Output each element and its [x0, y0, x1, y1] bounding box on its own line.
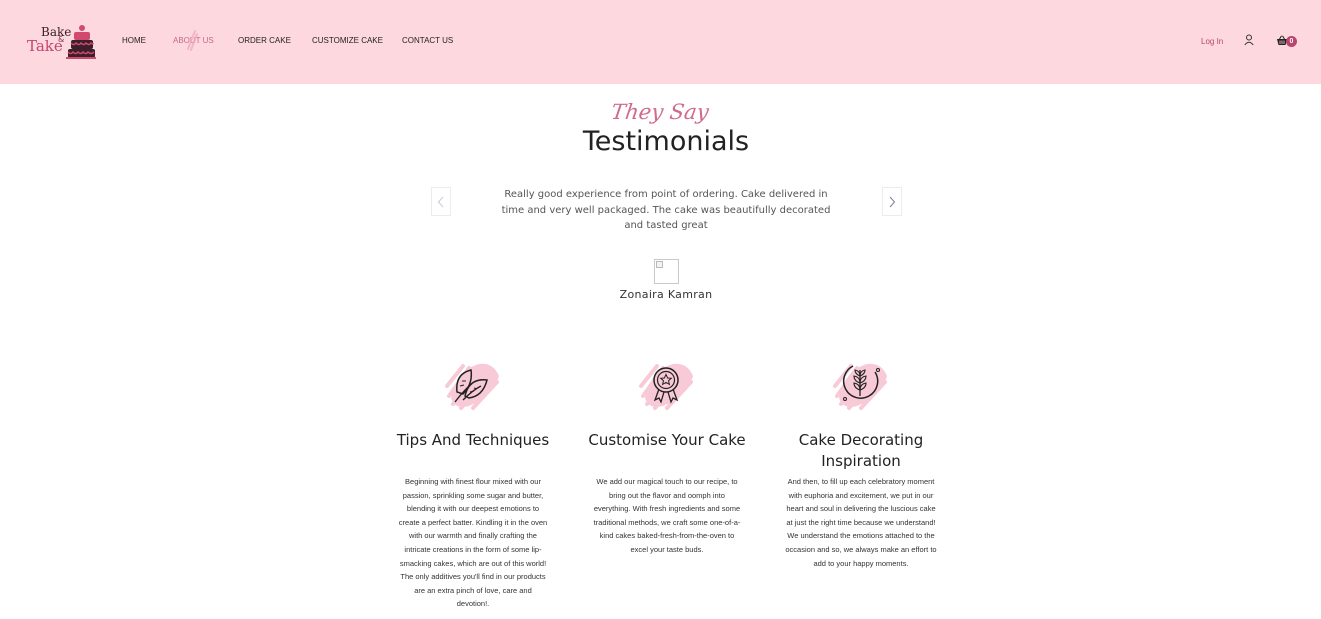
nav-item-customize-cake[interactable]: CUSTOMIZE CAKE — [312, 36, 383, 45]
nav-item-contact-us[interactable]: CONTACT US — [402, 36, 453, 45]
award-icon — [639, 363, 693, 410]
logo[interactable]: Bake & Take — [26, 22, 96, 62]
feature-body: Beginning with finest flour mixed with o… — [398, 477, 548, 609]
broken-image-icon — [656, 261, 663, 268]
cake-logo-icon — [66, 25, 96, 59]
feature-body: And then, to fill up each celebratory mo… — [785, 477, 937, 568]
testimonials-script-heading: They Say — [609, 100, 711, 124]
testimonial-next-button[interactable] — [882, 187, 902, 216]
chevron-left-icon — [437, 196, 444, 207]
feature-icon-wrap — [831, 356, 891, 412]
login-link[interactable]: Log In — [1201, 37, 1223, 46]
nav-item-home[interactable]: HOME — [122, 36, 146, 45]
leaf-icon — [445, 363, 499, 410]
feature-body: We add our magical touch to our recipe, … — [593, 477, 741, 554]
user-icon[interactable] — [1244, 34, 1254, 46]
feature-icon-wrap — [637, 356, 697, 412]
testimonials-title: Testimonials — [582, 126, 750, 157]
testimonial-prev-button[interactable] — [431, 187, 451, 216]
feature-card-tips: Tips And Techniques Beginning with fines… — [383, 356, 563, 608]
feature-title: Tips And Techniques — [396, 431, 550, 449]
feature-card-customise: Customise Your Cake We add our magical t… — [577, 356, 757, 554]
nav-item-order-cake[interactable]: ORDER CAKE — [238, 36, 291, 45]
feature-title: Customise Your Cake — [588, 431, 746, 449]
feature-title: Cake Decorating Inspiration — [798, 431, 924, 470]
logo-text-take: Take — [27, 37, 63, 55]
cart-count-badge: 0 — [1286, 36, 1297, 47]
wheat-icon — [833, 363, 887, 410]
feature-card-inspiration: Cake Decorating Inspiration And then, to… — [771, 356, 951, 568]
reviewer-avatar — [654, 259, 679, 284]
testimonial-quote: Really good experience from point of ord… — [501, 189, 831, 231]
reviewer-name: Zonaira Kamran — [619, 288, 713, 301]
active-nav-brush-mark — [187, 30, 198, 51]
site-header: Bake & Take HOME ABOUT US ORDER CAKE CUS… — [0, 0, 1321, 84]
feature-icon-wrap — [443, 356, 503, 412]
chevron-right-icon — [889, 196, 896, 207]
